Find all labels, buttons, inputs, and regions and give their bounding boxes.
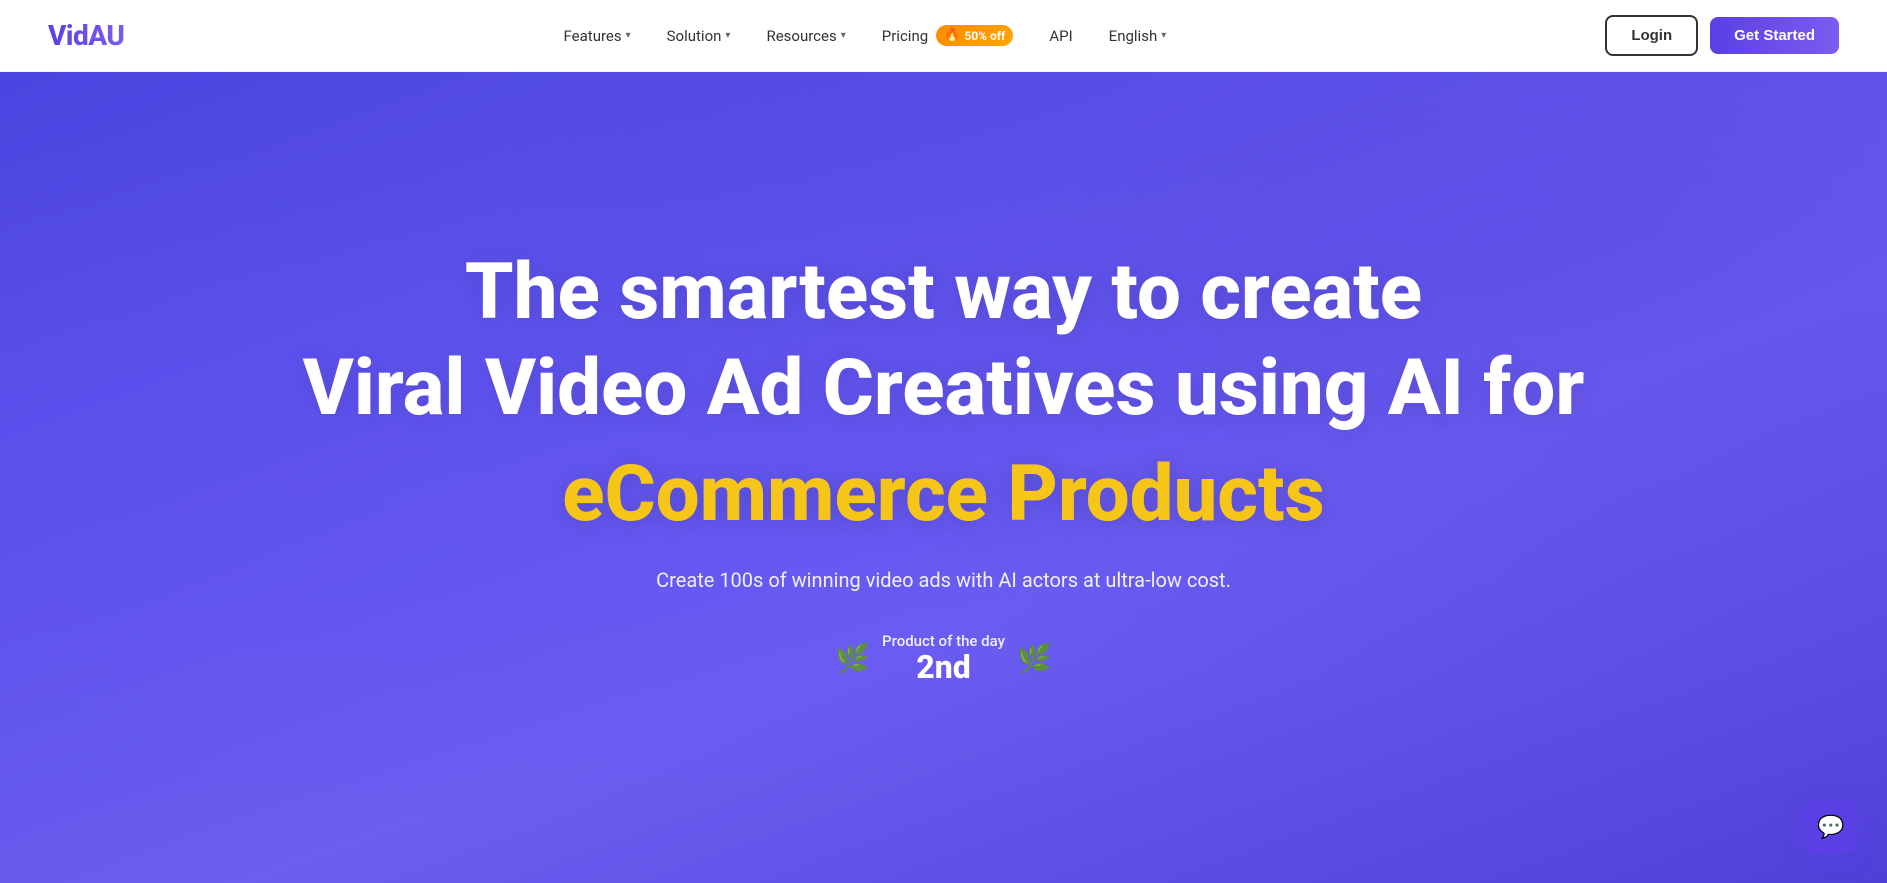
hero-badge: 🌿 Product of the day 2nd 🌿 (835, 632, 1052, 685)
nav-links: Features ▾ Solution ▾ Resources ▾ Pricin… (124, 17, 1605, 54)
get-started-button[interactable]: Get Started (1710, 17, 1839, 54)
nav-resources[interactable]: Resources ▾ (752, 19, 859, 53)
chat-icon: 💬 (1817, 815, 1844, 840)
hero-section: The smartest way to create Viral Video A… (0, 72, 1887, 883)
navbar-actions: Login Get Started (1605, 15, 1839, 56)
nav-features[interactable]: Features ▾ (550, 19, 645, 53)
logo-text: VidAU (48, 19, 124, 52)
chevron-down-icon: ▾ (1161, 30, 1166, 41)
nav-api[interactable]: API (1035, 19, 1086, 53)
badge-rank: 2nd (916, 650, 970, 685)
pricing-badge: 🔥 50% off (936, 25, 1013, 46)
chevron-down-icon: ▾ (626, 30, 631, 41)
hero-title-highlight: eCommerce Products (562, 452, 1324, 538)
flame-icon: 🔥 (944, 28, 960, 43)
badge-label: Product of the day (882, 632, 1005, 650)
chat-button[interactable]: 💬 (1805, 801, 1857, 853)
hero-subtitle: Create 100s of winning video ads with AI… (656, 568, 1231, 592)
nav-solution[interactable]: Solution ▾ (653, 19, 745, 53)
navbar: VidAU Features ▾ Solution ▾ Resources ▾ … (0, 0, 1887, 72)
hero-title-line2: Viral Video Ad Creatives using AI for (303, 346, 1585, 432)
chevron-down-icon: ▾ (725, 30, 730, 41)
laurel-right-icon: 🌿 (1017, 642, 1052, 675)
badge-content: Product of the day 2nd (882, 632, 1005, 685)
chevron-down-icon: ▾ (841, 30, 846, 41)
nav-language[interactable]: English ▾ (1095, 19, 1181, 53)
nav-pricing[interactable]: Pricing 🔥 50% off (868, 17, 1028, 54)
laurel-left-icon: 🌿 (835, 642, 870, 675)
login-button[interactable]: Login (1605, 15, 1698, 56)
hero-title-line1: The smartest way to create (465, 250, 1422, 336)
logo[interactable]: VidAU (48, 19, 124, 52)
